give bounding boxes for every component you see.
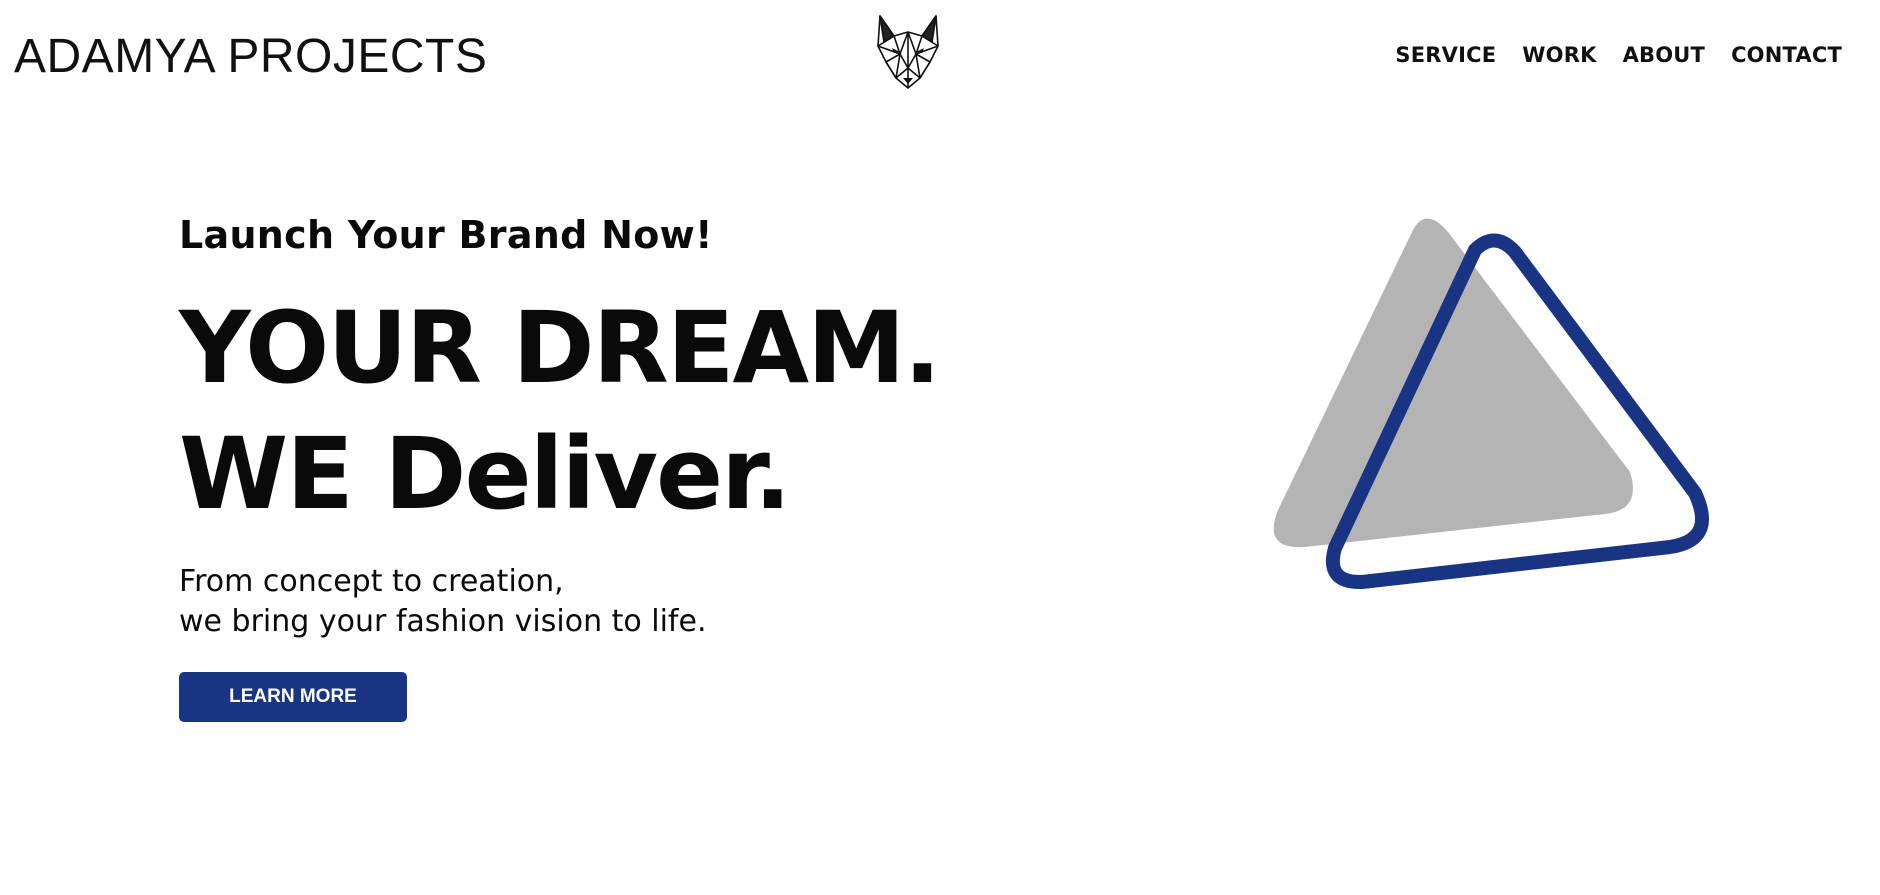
hero-headline-line-2: WE Deliver. [179, 417, 791, 532]
nav-link-about[interactable]: ABOUT [1623, 40, 1706, 70]
hero-subtext-line-2: we bring your fashion vision to life. [179, 604, 707, 639]
triangles-graphic [1270, 210, 1720, 600]
hero-subtext: From concept to creation, we bring your … [179, 562, 1079, 642]
grey-triangle-shape [1273, 218, 1633, 548]
learn-more-button[interactable]: LEARN MORE [179, 672, 407, 722]
hero-tagline: Launch Your Brand Now! [179, 213, 713, 257]
hero-section: Launch Your Brand Now! YOUR DREAM. WE De… [179, 210, 1079, 722]
hero-headline-line-1: YOUR DREAM. [179, 291, 941, 406]
hero-headline: YOUR DREAM. WE Deliver. [179, 286, 1079, 538]
nav-link-contact[interactable]: CONTACT [1731, 40, 1842, 70]
wolf-head-icon[interactable] [870, 12, 946, 92]
brand-logo-text[interactable]: ADAMYA PROJECTS [14, 28, 487, 86]
main-nav: SERVICE WORK ABOUT CONTACT [1395, 40, 1842, 70]
nav-link-work[interactable]: WORK [1522, 40, 1596, 70]
hero-subtext-line-1: From concept to creation, [179, 564, 564, 599]
nav-link-service[interactable]: SERVICE [1395, 40, 1496, 70]
page: ADAMYA PROJECTS SERVICE WORK ABOUT CONTA… [0, 0, 1880, 895]
